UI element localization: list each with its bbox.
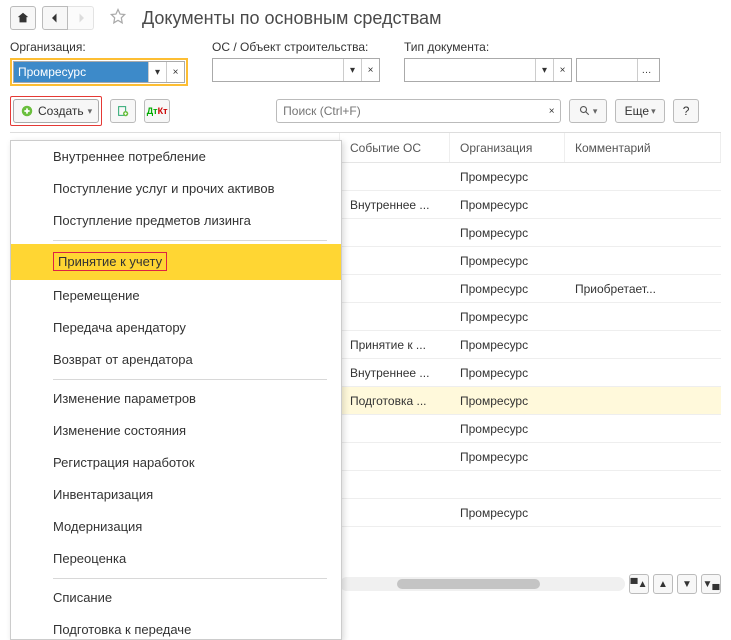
dropdown-item[interactable]: Модернизация <box>11 511 341 543</box>
dropdown-item[interactable]: Подготовка к передаче <box>11 614 341 640</box>
chevron-down-icon: ▾ <box>88 106 93 117</box>
cell-org: Промресурс <box>450 422 565 436</box>
org-input[interactable] <box>14 62 148 82</box>
dropdown-item[interactable]: Поступление предметов лизинга <box>11 205 341 237</box>
dropdown-item[interactable]: Перемещение <box>11 280 341 312</box>
dropdown-item[interactable]: Инвентаризация <box>11 479 341 511</box>
dropdown-separator <box>53 379 327 380</box>
cell-org: Промресурс <box>450 226 565 240</box>
dropdown-item[interactable]: Поступление услуг и прочих активов <box>11 173 341 205</box>
cell-event: Подготовка ... <box>340 394 450 408</box>
create-dropdown-menu: Внутреннее потреблениеПоступление услуг … <box>10 140 342 640</box>
cell-org: Промресурс <box>450 170 565 184</box>
extra-filter[interactable]: … <box>576 58 660 82</box>
cell-org: Промресурс <box>450 198 565 212</box>
extra-filter-more[interactable]: … <box>637 59 655 81</box>
chevron-down-icon: ▾ <box>651 106 656 117</box>
more-button[interactable]: Еще ▾ <box>615 99 665 123</box>
cell-org: Промресурс <box>450 310 565 324</box>
col-org[interactable]: Организация <box>450 133 565 162</box>
dropdown-item[interactable]: Передача арендатору <box>11 312 341 344</box>
doctype-clear[interactable]: × <box>553 59 571 81</box>
help-button[interactable]: ? <box>673 99 699 123</box>
cell-event: Внутреннее ... <box>340 366 450 380</box>
os-label: ОС / Объект строительства: <box>212 40 380 54</box>
copy-button[interactable] <box>110 99 136 123</box>
dropdown-item[interactable]: Изменение состояния <box>11 415 341 447</box>
extra-filter-input[interactable] <box>577 60 637 80</box>
scrollbar-thumb[interactable] <box>397 579 540 589</box>
create-button-label: Создать <box>38 104 84 118</box>
search-clear[interactable]: × <box>543 100 560 122</box>
horizontal-scrollbar[interactable] <box>340 577 625 591</box>
cell-org: Промресурс <box>450 394 565 408</box>
dtkt-button[interactable]: ДтКт <box>144 99 170 123</box>
dropdown-item[interactable]: Возврат от арендатора <box>11 344 341 376</box>
dropdown-item[interactable]: Списание <box>11 582 341 614</box>
dropdown-item[interactable]: Внутреннее потребление <box>11 141 341 173</box>
cell-event: Принятие к ... <box>340 338 450 352</box>
dropdown-item[interactable]: Регистрация наработок <box>11 447 341 479</box>
chevron-down-icon: ▾ <box>593 106 598 117</box>
dropdown-separator <box>53 240 327 241</box>
org-label: Организация: <box>10 40 188 54</box>
doctype-dropdown-toggle[interactable]: ▾ <box>535 59 553 81</box>
dropdown-separator <box>53 578 327 579</box>
back-button[interactable] <box>42 6 68 30</box>
cell-org: Промресурс <box>450 338 565 352</box>
scroll-top-button[interactable]: ▀▲ <box>629 574 649 594</box>
scroll-up-button[interactable]: ▲ <box>653 574 673 594</box>
org-combo[interactable]: ▾ × <box>13 61 185 83</box>
search-go-button[interactable]: ▾ <box>569 99 607 123</box>
create-button[interactable]: Создать ▾ <box>13 99 99 123</box>
doctype-combo[interactable]: ▾ × <box>404 58 572 82</box>
favorite-star-icon[interactable] <box>108 7 128 30</box>
search-box[interactable]: × <box>276 99 561 123</box>
os-combo[interactable]: ▾ × <box>212 58 380 82</box>
dropdown-item[interactable]: Принятие к учету <box>11 244 341 280</box>
dropdown-item[interactable]: Переоценка <box>11 543 341 575</box>
search-input[interactable] <box>277 104 543 118</box>
os-input[interactable] <box>213 60 343 80</box>
cell-comment: Приобретает... <box>565 282 721 296</box>
org-dropdown-toggle[interactable]: ▾ <box>148 62 166 82</box>
cell-org: Промресурс <box>450 450 565 464</box>
cell-org: Промресурс <box>450 282 565 296</box>
cell-org: Промресурс <box>450 254 565 268</box>
os-dropdown-toggle[interactable]: ▾ <box>343 59 361 81</box>
scroll-down-button[interactable]: ▼ <box>677 574 697 594</box>
scroll-bottom-button[interactable]: ▼▄ <box>701 574 721 594</box>
cell-org: Промресурс <box>450 506 565 520</box>
cell-org: Промресурс <box>450 366 565 380</box>
page-title: Документы по основным средствам <box>142 8 441 29</box>
cell-event: Внутреннее ... <box>340 198 450 212</box>
col-event[interactable]: Событие ОС <box>340 133 450 162</box>
col-comment[interactable]: Комментарий <box>565 133 721 162</box>
forward-button <box>68 6 94 30</box>
org-clear[interactable]: × <box>166 62 184 82</box>
dropdown-item[interactable]: Изменение параметров <box>11 383 341 415</box>
doctype-label: Тип документа: <box>404 40 660 54</box>
home-button[interactable] <box>10 6 36 30</box>
doctype-input[interactable] <box>405 60 535 80</box>
os-clear[interactable]: × <box>361 59 379 81</box>
